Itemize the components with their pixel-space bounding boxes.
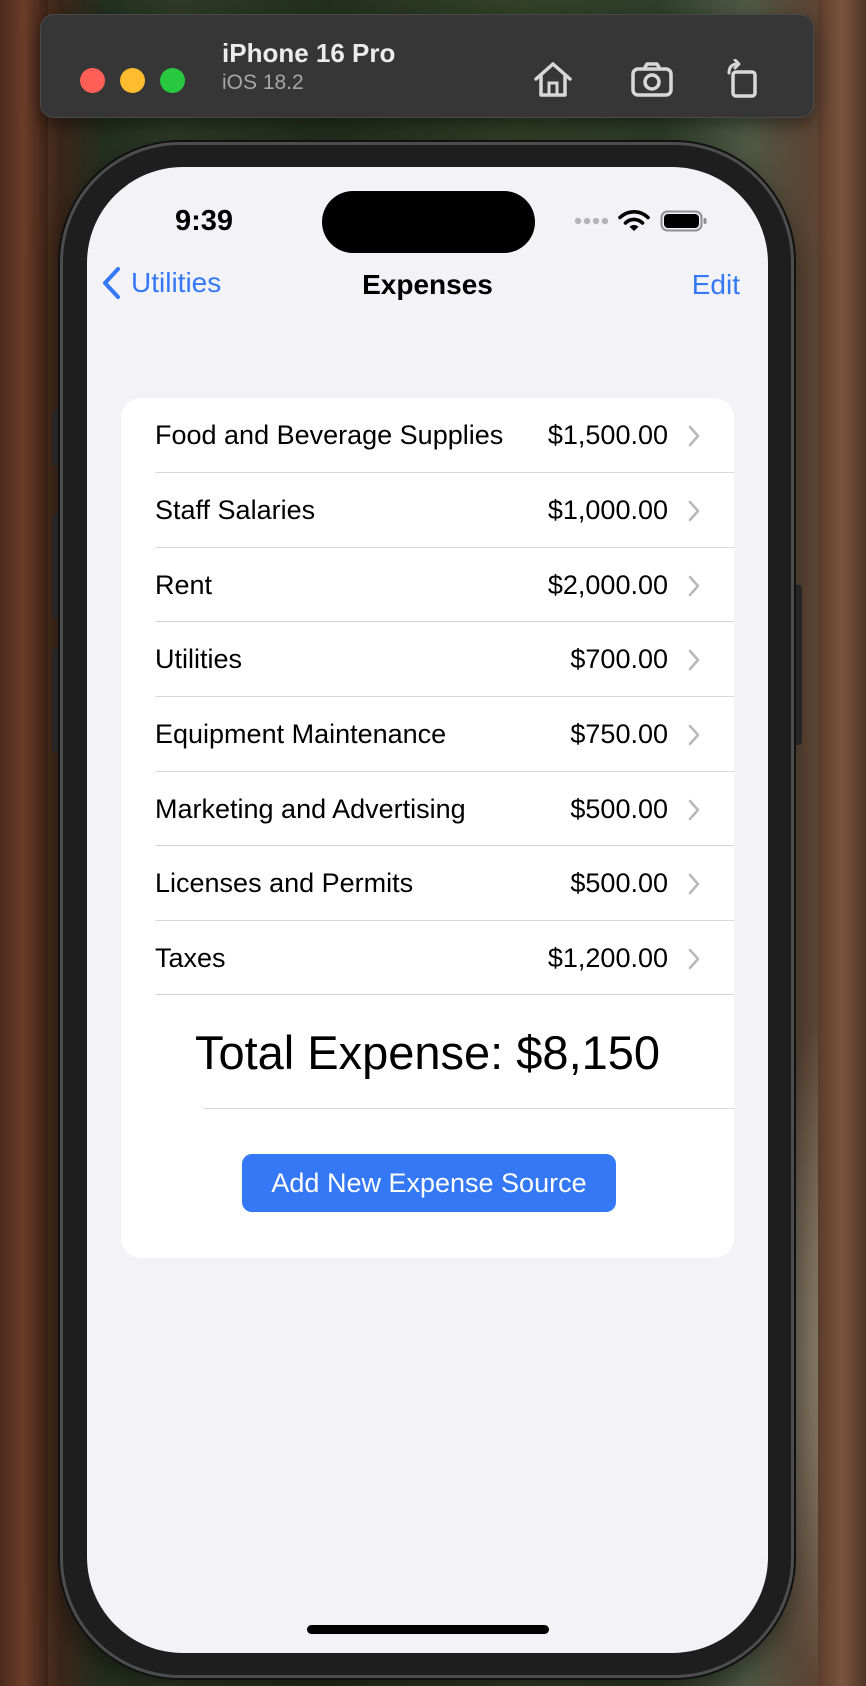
volume-up-button	[52, 515, 60, 619]
home-button[interactable]	[529, 55, 577, 103]
close-window-button[interactable]	[80, 68, 105, 93]
total-separator	[203, 1108, 734, 1109]
expense-name: Marketing and Advertising	[155, 794, 466, 824]
chevron-right-icon	[688, 425, 700, 446]
expense-amount: $1,000.00	[547, 495, 668, 525]
total-expense-label: Total Expense: $8,150	[194, 1026, 661, 1079]
edit-button[interactable]: Edit	[692, 269, 740, 301]
chevron-right-icon	[688, 948, 700, 969]
expense-row[interactable]: Utilities $700.00	[155, 622, 734, 697]
wallpaper-tree-trunk	[818, 0, 866, 1686]
expense-row[interactable]: Licenses and Permits $500.00	[155, 846, 734, 921]
screenshot-icon	[631, 62, 673, 97]
wallpaper-tree-trunk	[0, 0, 48, 1686]
rotate-button[interactable]	[719, 55, 767, 103]
expense-amount: $2,000.00	[547, 570, 668, 600]
expense-name: Taxes	[155, 943, 226, 973]
expense-row[interactable]: Taxes $1,200.00	[155, 921, 734, 996]
dynamic-island	[322, 191, 535, 253]
expense-name: Equipment Maintenance	[155, 719, 447, 749]
row-separator	[155, 994, 734, 995]
wifi-icon	[618, 210, 650, 231]
expense-row[interactable]: Staff Salaries $1,000.00	[155, 473, 734, 548]
os-version: iOS 18.2	[222, 71, 304, 94]
expense-name: Licenses and Permits	[155, 868, 414, 898]
home-indicator[interactable]	[307, 1625, 549, 1634]
expenses-card: Food and Beverage Supplies $1,500.00 Sta…	[121, 398, 734, 1258]
expense-name: Staff Salaries	[155, 495, 316, 525]
chevron-right-icon	[688, 724, 700, 745]
power-button	[794, 585, 802, 745]
chevron-right-icon	[688, 649, 700, 670]
expense-name: Utilities	[155, 644, 243, 674]
expense-amount: $750.00	[570, 719, 668, 749]
action-button	[52, 410, 60, 466]
device-name: iPhone 16 Pro	[222, 38, 396, 68]
chevron-right-icon	[688, 873, 700, 894]
chevron-right-icon	[688, 500, 700, 521]
chevron-right-icon	[688, 575, 700, 596]
home-icon	[534, 62, 572, 97]
chevron-right-icon	[688, 799, 700, 820]
page-title: Expenses	[362, 269, 493, 300]
expense-name: Rent	[155, 570, 213, 600]
expense-row[interactable]: Rent $2,000.00	[155, 548, 734, 623]
screenshot-button[interactable]	[628, 55, 676, 103]
add-expense-source-button[interactable]: Add New Expense Source	[242, 1154, 616, 1212]
status-icons	[574, 209, 708, 233]
minimize-window-button[interactable]	[120, 68, 145, 93]
expense-amount: $500.00	[570, 868, 668, 898]
phone-screen: 9:39 Utilities Expenses Edit Food and Be…	[87, 167, 768, 1653]
battery-icon	[660, 210, 707, 232]
cellular-dots-icon	[574, 217, 609, 225]
rotate-icon	[727, 59, 757, 98]
status-time: 9:39	[175, 205, 234, 237]
expense-row[interactable]: Marketing and Advertising $500.00	[155, 772, 734, 847]
expense-amount: $700.00	[570, 644, 668, 674]
zoom-window-button[interactable]	[160, 68, 185, 93]
volume-down-button	[52, 648, 60, 752]
expense-amount: $1,500.00	[547, 420, 668, 450]
expense-name: Food and Beverage Supplies	[155, 420, 504, 450]
expense-row[interactable]: Equipment Maintenance $750.00	[155, 697, 734, 772]
expense-amount: $500.00	[570, 794, 668, 824]
expense-row[interactable]: Food and Beverage Supplies $1,500.00	[155, 398, 734, 473]
expense-amount: $1,200.00	[547, 943, 668, 973]
simulator-toolbar: iPhone 16 Pro iOS 18.2	[40, 14, 814, 118]
